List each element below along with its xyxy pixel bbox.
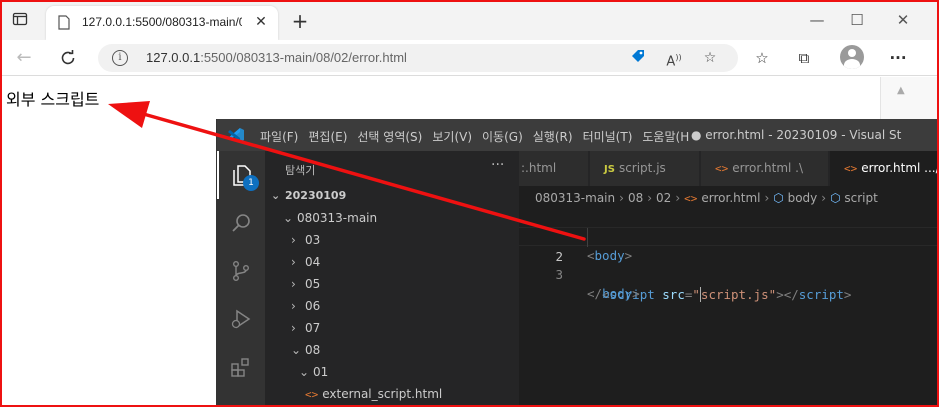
editor-tab-script-js[interactable]: JS script.js <box>590 151 700 186</box>
tree-folder[interactable]: › 04 <box>291 251 320 273</box>
tree-folder[interactable]: ⌄ 08 <box>291 339 320 361</box>
tab-title: 127.0.0.1:5500/080313-main/08/ <box>82 15 242 29</box>
tree-folder[interactable]: ⌄ 01 <box>299 361 328 383</box>
tree-folder[interactable]: › 05 <box>291 273 320 295</box>
breadcrumb-item[interactable]: error.html <box>701 191 760 205</box>
explorer-badge: 1 <box>243 175 259 191</box>
vscode-titlebar: 파일(F) 편집(E) 선택 영역(S) 보기(V) 이동(G) 실행(R) 터… <box>217 119 937 151</box>
breadcrumb-item[interactable]: 080313-main <box>535 191 615 205</box>
indent-guide <box>587 228 588 247</box>
breadcrumb-item[interactable]: script <box>844 191 877 205</box>
chevron-right-icon: › <box>647 191 653 205</box>
chevron-down-icon: ⌄ <box>271 189 281 202</box>
symbol-icon: ⬡ <box>830 191 845 205</box>
url-text: 127.0.0.1:5500/080313-main/08/02/error.h… <box>146 50 407 65</box>
menu-item[interactable]: 터미널(T) <box>583 128 633 145</box>
close-window-icon[interactable]: ✕ <box>888 8 918 32</box>
chevron-right-icon: › <box>821 191 827 205</box>
explorer-icon[interactable]: 1 <box>217 151 265 199</box>
breadcrumb-item[interactable]: body <box>788 191 818 205</box>
code-line: 1 <body> <box>519 208 937 263</box>
editor-tab-active[interactable]: <> error.html .../ <box>830 151 937 186</box>
chevron-right-icon: › <box>675 191 681 205</box>
new-tab-icon[interactable]: + <box>288 10 312 34</box>
chevron-down-icon: ⌄ <box>291 343 302 357</box>
menu-item[interactable]: 편집(E) <box>308 128 347 145</box>
code-line: 3 </body> <box>519 246 937 301</box>
read-aloud-icon[interactable]: A)) <box>664 48 684 69</box>
breadcrumb-item[interactable]: 08 <box>628 191 643 205</box>
address-bar-row: ← i 127.0.0.1:5500/080313-main/08/02/err… <box>2 40 937 76</box>
chevron-right-icon: › <box>291 233 296 247</box>
back-icon[interactable]: ← <box>12 46 36 70</box>
refresh-icon[interactable] <box>56 46 80 70</box>
window-title: ● error.html - 20230109 - Visual St <box>691 128 902 142</box>
page-heading-text: 외부 스크립트 <box>6 90 100 109</box>
scroll-up-icon[interactable]: ▲ <box>897 85 905 96</box>
html-file-icon: <> <box>684 192 698 205</box>
tree-folder[interactable]: › 07 <box>291 317 320 339</box>
chevron-down-icon: ⌄ <box>283 211 294 225</box>
tree-folder[interactable]: ⌄ 080313-main <box>283 207 377 229</box>
code-editor[interactable]: 1 <body> 2 <script src="script.js"></scr… <box>519 208 937 302</box>
menu-item[interactable]: 도움말(H <box>642 128 689 145</box>
breadcrumb-item[interactable]: 02 <box>656 191 671 205</box>
activity-bar: 1 <box>217 151 265 405</box>
menu-item[interactable]: 보기(V) <box>432 128 472 145</box>
chevron-right-icon: › <box>291 299 296 313</box>
chevron-right-icon: › <box>764 191 770 205</box>
vscode-window: 파일(F) 편집(E) 선택 영역(S) 보기(V) 이동(G) 실행(R) 터… <box>216 119 937 405</box>
favorites-icon[interactable]: ☆ <box>750 46 774 70</box>
code-line-current: 2 <script src="script.js"></script> <box>519 227 937 302</box>
minimize-icon[interactable]: — <box>802 8 832 32</box>
source-control-icon[interactable] <box>217 247 265 295</box>
run-debug-icon[interactable] <box>217 295 265 343</box>
explorer-header: 탐색기 <box>285 164 316 177</box>
editor-tab-error-html[interactable]: <> error.html .\ <box>701 151 829 186</box>
menu-bar: 파일(F) 편집(E) 선택 영역(S) 보기(V) 이동(G) 실행(R) 터… <box>260 128 689 145</box>
tree-folder-root[interactable]: ⌄ 20230109 <box>271 185 346 207</box>
symbol-icon: ⬡ <box>773 191 788 205</box>
more-icon[interactable]: ··· <box>886 46 910 70</box>
tree-folder[interactable]: › 03 <box>291 229 320 251</box>
editor-tab[interactable]: :.html <box>519 151 589 186</box>
html-file-icon: <> <box>305 388 319 401</box>
tree-folder[interactable]: › 06 <box>291 295 320 317</box>
breadcrumb: 080313-main › 08 › 02 › <> error.html › ⬡ body › ⬡ … <box>535 188 878 208</box>
chevron-down-icon: ⌄ <box>299 365 310 379</box>
add-favorite-icon[interactable]: ☆ <box>700 48 720 68</box>
extensions-icon[interactable] <box>217 343 265 391</box>
editor-tab-bar: :.html JS script.js <> error.html .\ <> err… <box>519 151 937 186</box>
chevron-right-icon: › <box>291 321 296 335</box>
chevron-right-icon: › <box>291 277 296 291</box>
html-file-icon: <> <box>715 162 729 175</box>
browser-tab-bar: 127.0.0.1:5500/080313-main/08/ ✕ + — ☐ ✕ <box>2 2 937 40</box>
vscode-logo-icon <box>227 127 245 143</box>
line-number: 3 <box>555 267 563 282</box>
more-actions-icon[interactable]: ··· <box>491 157 504 173</box>
chevron-right-icon: › <box>619 191 624 205</box>
maximize-icon[interactable]: ☐ <box>842 8 872 32</box>
page-icon <box>58 15 72 31</box>
explorer-sidebar: 탐색기 ··· ⌄ 20230109 ⌄ 080313-main › 03 › 04 ›… <box>265 151 519 405</box>
tag-icon[interactable] <box>628 48 648 68</box>
js-file-icon: JS <box>604 164 615 175</box>
address-field[interactable]: i 127.0.0.1:5500/080313-main/08/02/error… <box>98 44 738 72</box>
menu-item[interactable]: 이동(G) <box>482 128 523 145</box>
profile-avatar[interactable] <box>840 45 864 69</box>
menu-item[interactable]: 실행(R) <box>533 128 573 145</box>
menu-item[interactable]: 파일(F) <box>260 128 298 145</box>
info-icon[interactable]: i <box>112 50 128 66</box>
tab-actions-icon[interactable] <box>10 11 30 31</box>
search-icon[interactable] <box>217 199 265 247</box>
tree-file[interactable]: <> external_script.html <box>305 383 442 405</box>
menu-item[interactable]: 선택 영역(S) <box>357 128 422 145</box>
browser-tab[interactable]: 127.0.0.1:5500/080313-main/08/ ✕ <box>46 6 278 40</box>
html-file-icon: <> <box>844 162 858 175</box>
chevron-right-icon: › <box>291 255 296 269</box>
collections-icon[interactable]: ⧉ <box>792 46 816 70</box>
close-icon[interactable]: ✕ <box>252 13 270 31</box>
